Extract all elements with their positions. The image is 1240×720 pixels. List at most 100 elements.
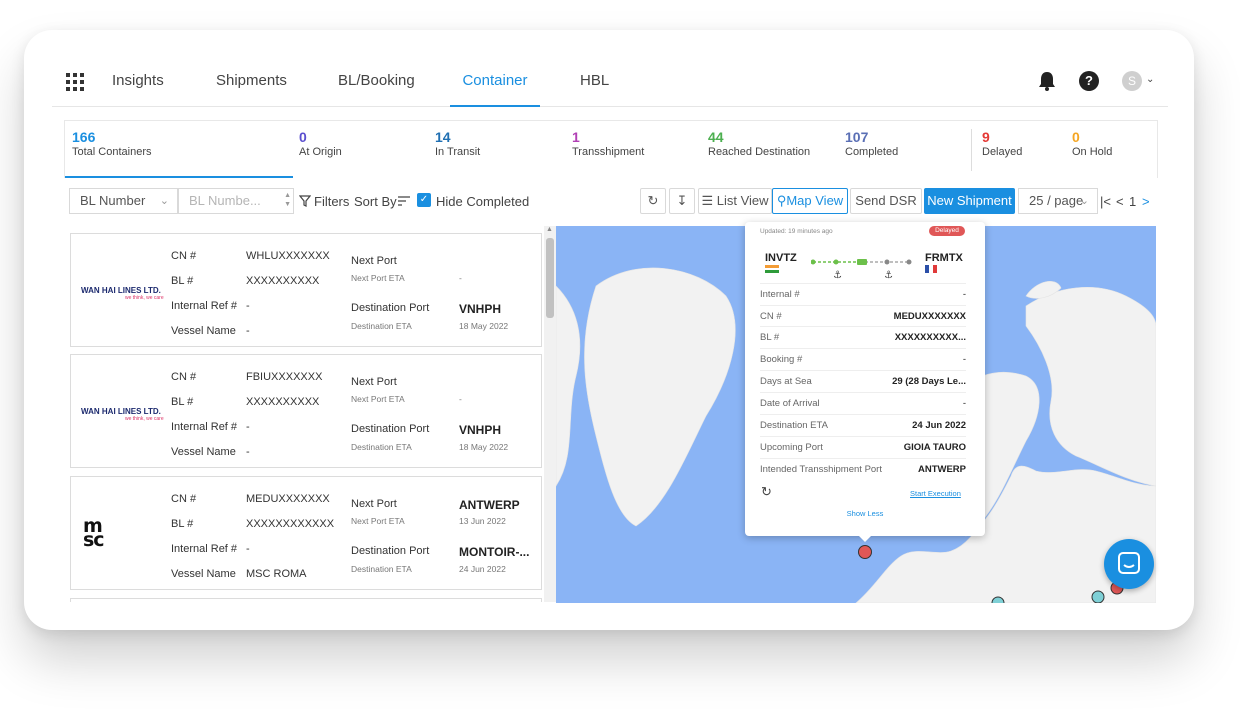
vessel-label: Vessel Name: [171, 325, 236, 337]
vessel-value: -: [246, 325, 250, 337]
popup-row-upcoming-port: Upcoming Port GIOIA TAURO: [760, 436, 966, 458]
stat-at-origin[interactable]: 0 At Origin: [299, 129, 342, 158]
download-button[interactable]: ↧: [669, 188, 695, 214]
popup-updated-time: Updated: 19 minutes ago: [760, 228, 833, 235]
stats-divider: [971, 129, 972, 171]
help-icon[interactable]: ?: [1079, 71, 1099, 91]
new-shipment-button[interactable]: New Shipment: [924, 188, 1015, 214]
destination-eta-value: 18 May 2022: [459, 321, 509, 331]
hide-completed-label: Hide Completed: [436, 194, 530, 209]
next-port-value: ANTWERP: [459, 498, 520, 512]
sync-icon[interactable]: ↻: [761, 484, 772, 500]
popup-row-days-at-sea: Days at Sea 29 (28 Days Le...: [760, 370, 966, 392]
hide-completed-checkbox[interactable]: ✓: [417, 193, 431, 207]
tab-bl-booking[interactable]: BL/Booking: [338, 57, 415, 107]
sort-icon[interactable]: [398, 196, 410, 206]
filters-button[interactable]: Filters: [314, 194, 349, 209]
stat-transshipment[interactable]: 1 Transshipment: [572, 129, 644, 158]
cn-label: CN #: [171, 493, 197, 505]
destination-port-label: Destination Port: [351, 545, 430, 557]
next-port-eta-value: -: [459, 273, 462, 283]
map-marker[interactable]: [1091, 590, 1105, 603]
destination-port: FRMTX: [925, 252, 963, 264]
container-list: WAN HAI LINES LTD. we think, we care CN #…: [64, 226, 556, 602]
filter-icon[interactable]: [299, 195, 311, 207]
stat-reached-destination[interactable]: 44 Reached Destination: [708, 129, 810, 158]
container-stats-bar: 166 Total Containers 0 At Origin 14 In T…: [64, 120, 1158, 178]
start-execution-link[interactable]: Start Execution: [910, 489, 961, 498]
bell-icon[interactable]: [1038, 71, 1056, 91]
destination-port-label: Destination Port: [351, 302, 430, 314]
internal-ref-label: Internal Ref #: [171, 421, 238, 433]
list-scrollbar[interactable]: ▲: [544, 226, 556, 602]
map-marker-delayed[interactable]: [858, 545, 872, 559]
stepper-icon[interactable]: ▲ ▼: [284, 191, 291, 209]
tab-container[interactable]: Container: [450, 57, 540, 107]
sort-by-button[interactable]: Sort By: [354, 194, 397, 209]
bl-value: XXXXXXXXXXXX: [246, 518, 335, 530]
prev-page-icon[interactable]: <: [1116, 194, 1124, 209]
cn-value: WHLUXXXXXXX: [246, 250, 330, 262]
wan-hai-logo: WAN HAI LINES LTD. we think, we care: [81, 407, 164, 422]
page-number[interactable]: 1: [1129, 194, 1136, 209]
container-card[interactable]: WAN HAI LINES LTD. we think, we care CN #…: [70, 354, 542, 468]
next-port-label: Next Port: [351, 255, 397, 267]
list-view-button[interactable]: ☰ List View: [698, 188, 772, 214]
shipment-popup[interactable]: Updated: 19 minutes ago Delayed INVTZ FR…: [745, 222, 985, 536]
container-card[interactable]: [70, 598, 542, 602]
stat-in-transit[interactable]: 14 In Transit: [435, 129, 480, 158]
send-dsr-button[interactable]: Send DSR: [850, 188, 922, 214]
chevron-down-icon[interactable]: ⌄: [1146, 74, 1154, 85]
destination-eta-value: 18 May 2022: [459, 442, 509, 452]
tab-hbl[interactable]: HBL: [580, 57, 609, 107]
stat-completed[interactable]: 107 Completed: [845, 129, 898, 158]
stat-delayed[interactable]: 9 Delayed: [982, 129, 1022, 158]
vessel-value: MSC ROMA: [246, 568, 307, 580]
stat-total-containers[interactable]: 166 Total Containers: [72, 129, 152, 158]
map-view-button[interactable]: ⚲Map View: [772, 188, 848, 214]
destination-port-value: VNHPH: [459, 423, 502, 437]
scroll-up-icon[interactable]: ▲: [546, 226, 553, 233]
next-port-eta-value: -: [459, 394, 462, 404]
avatar[interactable]: S: [1122, 71, 1142, 91]
bl-number-input[interactable]: BL Numbe... ▲ ▼: [178, 188, 294, 214]
container-card[interactable]: m sc CN # MEDUXXXXXXX BL # XXXXXXXXXXXX I…: [70, 476, 542, 590]
next-page-icon[interactable]: >: [1142, 194, 1150, 209]
internal-ref-label: Internal Ref #: [171, 300, 238, 312]
search-type-select[interactable]: BL Number ⌄: [69, 188, 178, 214]
first-page-icon[interactable]: |<: [1100, 194, 1111, 209]
tab-shipments[interactable]: Shipments: [216, 57, 287, 107]
bl-label: BL #: [171, 396, 194, 408]
chat-launcher-button[interactable]: [1104, 539, 1154, 589]
stat-on-hold[interactable]: 0 On Hold: [1072, 129, 1112, 158]
next-port-eta-label: Next Port ETA: [351, 273, 405, 283]
svg-text:⚓: ⚓: [884, 270, 893, 281]
wan-hai-logo: WAN HAI LINES LTD. we think, we care: [81, 286, 164, 301]
india-flag-icon: [765, 265, 779, 273]
next-port-label: Next Port: [351, 498, 397, 510]
svg-text:⚓: ⚓: [833, 270, 842, 281]
destination-eta-label: Destination ETA: [351, 321, 412, 331]
tab-insights[interactable]: Insights: [112, 57, 164, 107]
popup-pointer: [857, 534, 873, 542]
internal-ref-label: Internal Ref #: [171, 543, 238, 555]
apps-grid-icon[interactable]: [66, 73, 84, 91]
map-pin-icon: ⚲: [776, 193, 787, 208]
refresh-button[interactable]: ↻: [640, 188, 666, 214]
popup-row-bl: BL # XXXXXXXXXX...: [760, 326, 966, 348]
vessel-label: Vessel Name: [171, 446, 236, 458]
list-icon: ☰: [701, 193, 714, 208]
show-less-link[interactable]: Show Less: [745, 509, 985, 518]
destination-port-value: MONTOIR-...: [459, 545, 530, 559]
scrollbar-thumb[interactable]: [546, 238, 554, 318]
destination-port-value: VNHPH: [459, 302, 502, 316]
cn-value: FBIUXXXXXXX: [246, 371, 323, 383]
popup-row-destination-eta: Destination ETA 24 Jun 2022: [760, 414, 966, 436]
top-navigation: Insights Shipments BL/Booking Container …: [52, 57, 1168, 107]
page-size-select[interactable]: 25 / page ⌄: [1018, 188, 1098, 214]
next-port-eta-label: Next Port ETA: [351, 394, 405, 404]
internal-ref-value: -: [246, 300, 250, 312]
container-card[interactable]: WAN HAI LINES LTD. we think, we care CN #…: [70, 233, 542, 347]
popup-row-internal: Internal # -: [760, 283, 966, 305]
chevron-down-icon: ⌄: [1079, 195, 1089, 207]
